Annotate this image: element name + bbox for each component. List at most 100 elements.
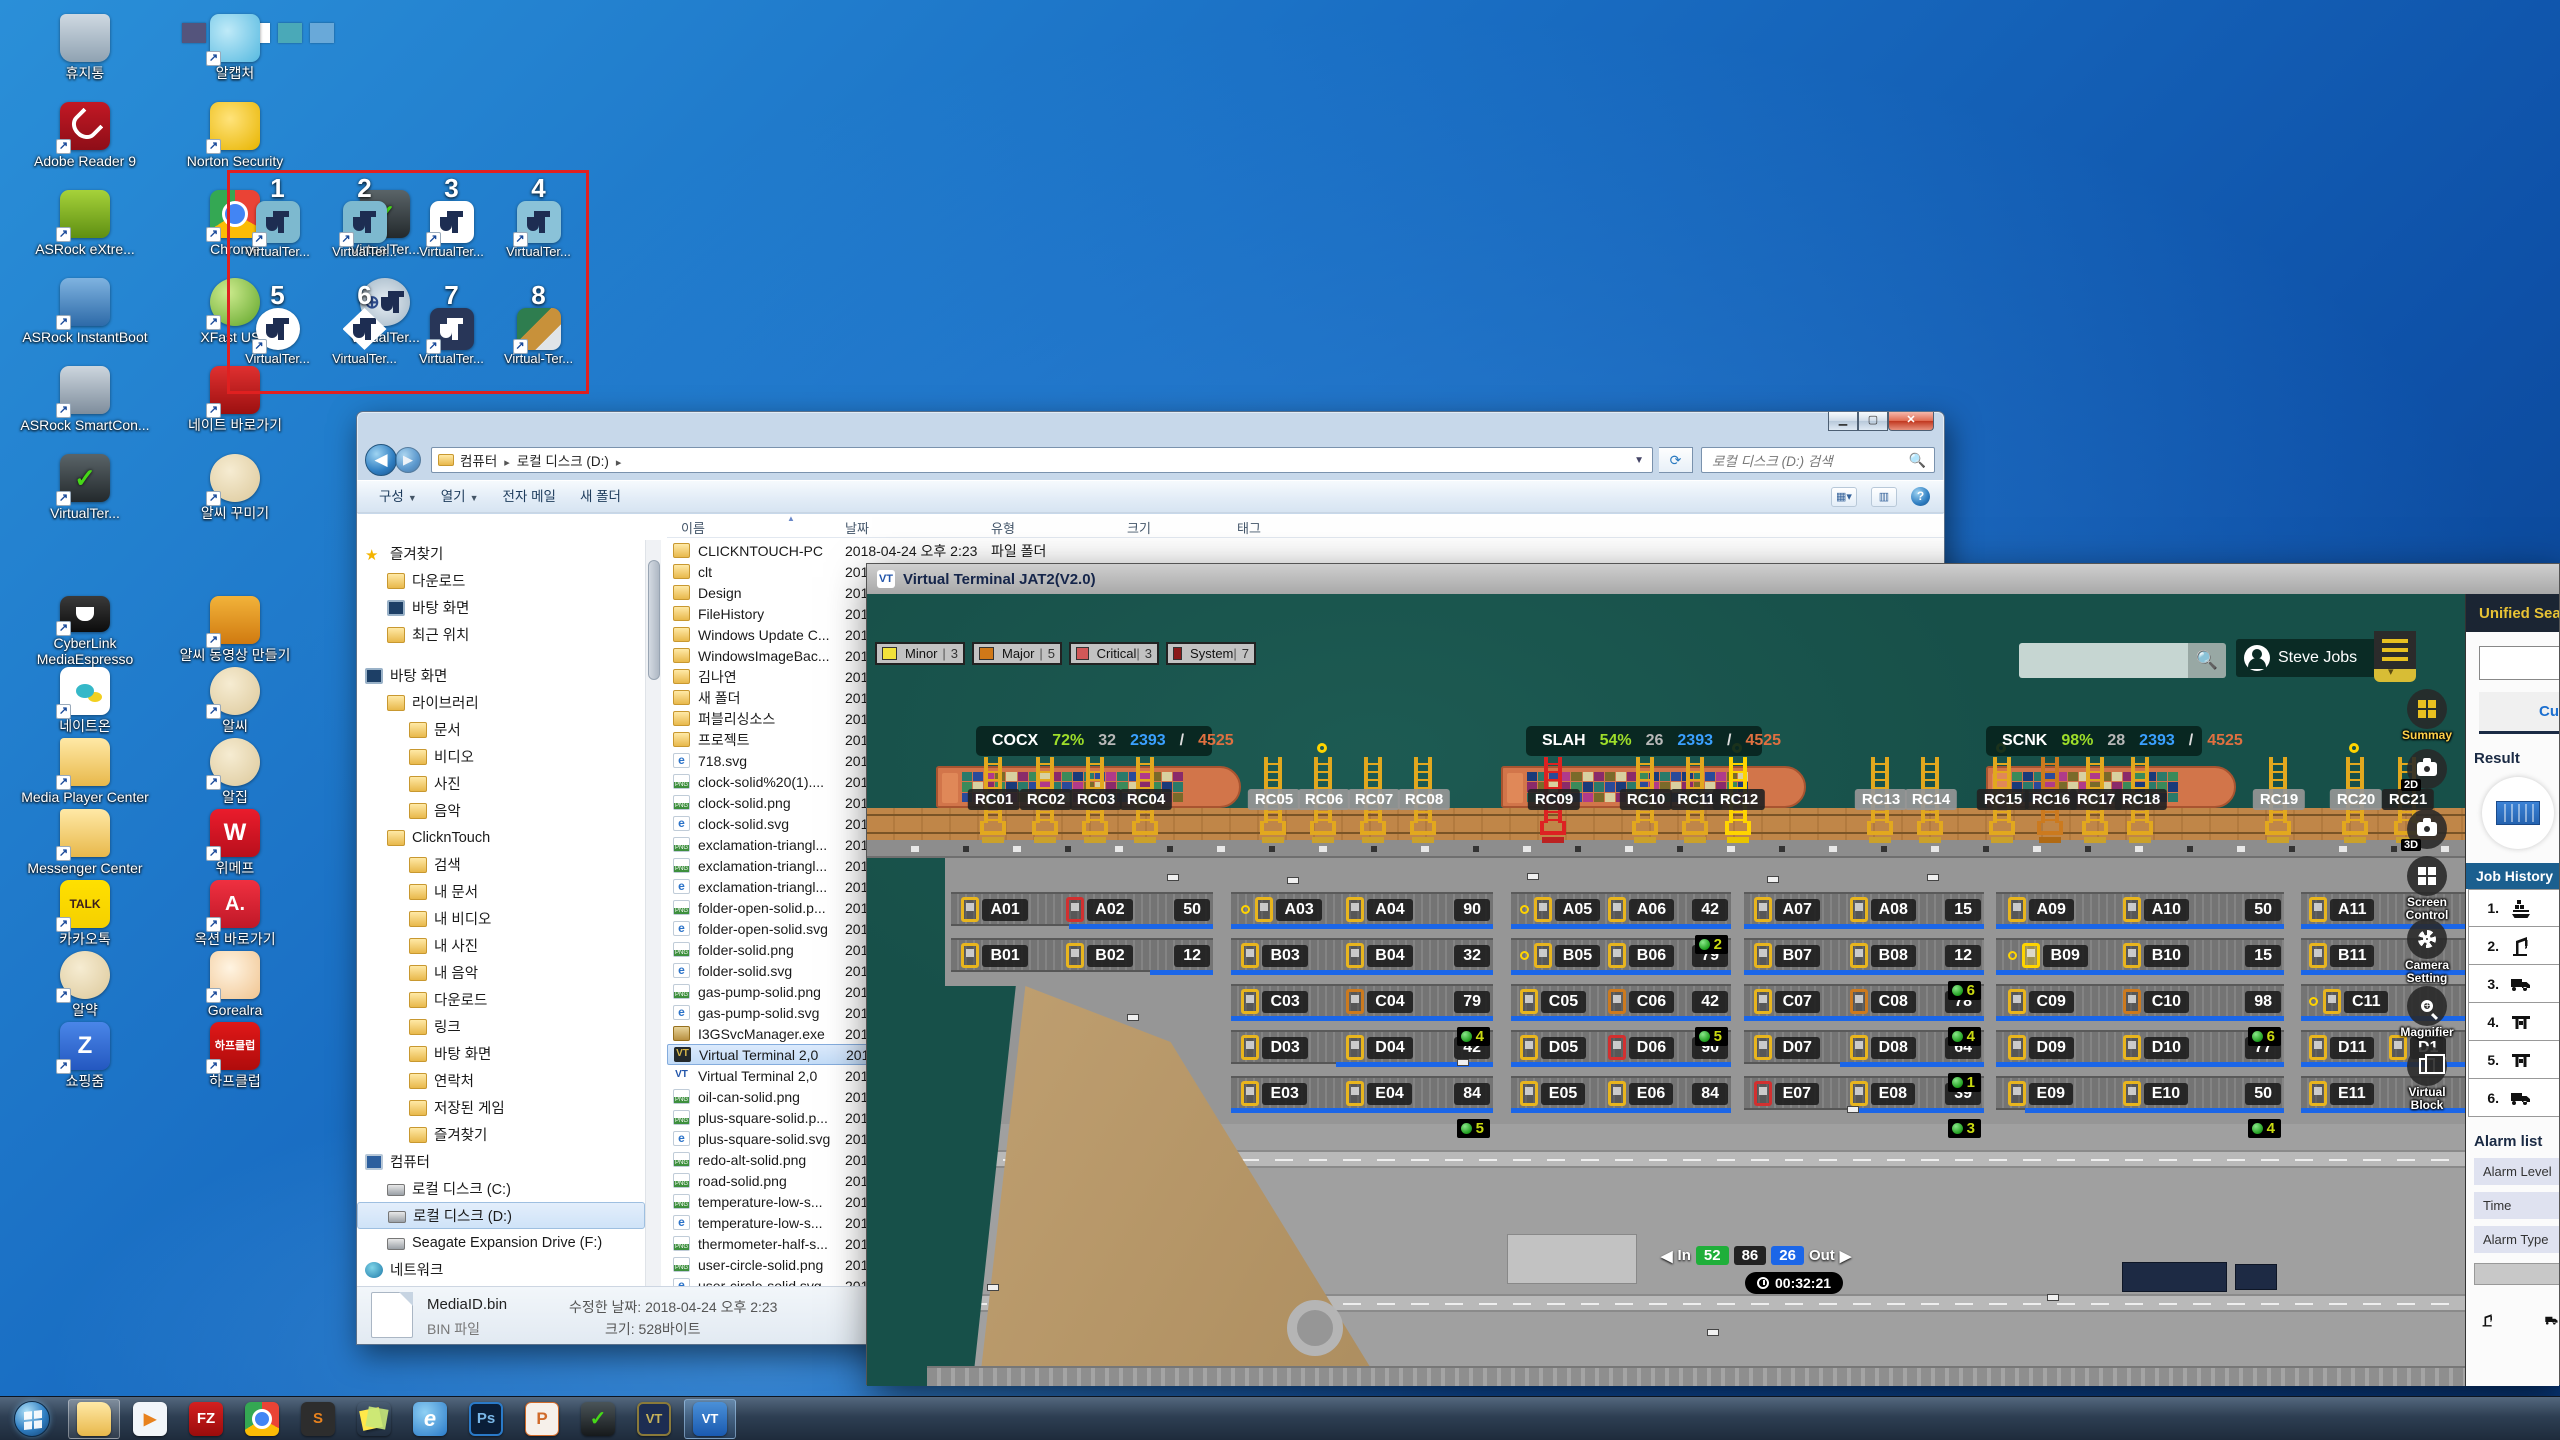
crane-RC02[interactable]: RC02 — [1032, 757, 1060, 845]
vt-shortcut-icon[interactable]: ↗ — [343, 308, 387, 350]
tree-item[interactable]: 로컬 디스크 (D:) — [357, 1202, 645, 1229]
yard-row-D[interactable]: D09D1077 — [1996, 1030, 2284, 1064]
yard-row-A[interactable]: A01A0250 — [951, 892, 1213, 926]
view-options-button[interactable]: ▦▾ — [1831, 487, 1857, 507]
yard-row-D[interactable]: D03D0442 — [1231, 1030, 1493, 1064]
job-history-row[interactable]: 1. — [2468, 889, 2559, 927]
tree-item[interactable]: 즐겨찾기 — [357, 540, 645, 567]
menu-tab[interactable] — [2374, 669, 2416, 682]
crane-RC06[interactable]: RC06 — [1310, 757, 1338, 845]
desktop-icon-smartcon[interactable]: ↗ — [60, 366, 110, 414]
job-history-row[interactable]: 3. — [2468, 965, 2559, 1003]
desktop-icon-adobe[interactable]: ↗ — [60, 102, 110, 150]
tree-item[interactable]: 저장된 게임 — [357, 1094, 645, 1121]
taskbar-virtual-terminal-dark[interactable]: ✓ — [572, 1399, 624, 1439]
virtual-block-button[interactable]: Virtual Block — [2407, 1046, 2447, 1086]
alarm-filter-minor[interactable]: Minor|3 — [875, 642, 965, 665]
tree-item[interactable]: 검색 — [357, 851, 645, 878]
desktop-icon-asrock[interactable]: ↗ — [60, 190, 110, 238]
alarm-filter-major[interactable]: Major|5 — [972, 642, 1062, 665]
tree-item[interactable]: 라이브러리 — [357, 689, 645, 716]
desktop-icon-vtdark[interactable]: ↗ — [60, 454, 110, 502]
crane-RC14[interactable]: RC14 — [1917, 757, 1945, 845]
refresh-button[interactable]: ⟳ — [1659, 447, 1693, 473]
vt-shortcut-icon[interactable]: ↗ — [430, 308, 474, 350]
camera-2d-button[interactable]: 2D — [2407, 749, 2447, 789]
yard-row-C[interactable]: C03C04794 — [1231, 984, 1493, 1018]
tree-item[interactable]: 내 문서 — [357, 878, 645, 905]
desktop-icon-zum[interactable]: Z↗ — [60, 1022, 110, 1070]
desktop-icon-char[interactable]: ↗ — [210, 738, 260, 786]
toolbar-새 폴더[interactable]: 새 폴더 — [568, 485, 633, 509]
taskbar-sticky-notes[interactable] — [348, 1399, 400, 1439]
panel-tab-current[interactable]: Curre — [2479, 692, 2559, 734]
tree-item[interactable]: 바탕 화면 — [357, 1040, 645, 1067]
crane-RC07[interactable]: RC07 — [1360, 757, 1388, 845]
taskbar-sublime-text[interactable]: S — [292, 1399, 344, 1439]
yard-row-A[interactable]: A03A0490 — [1231, 892, 1493, 926]
tree-item[interactable]: 문서 — [357, 716, 645, 743]
desktop-icon-norton[interactable]: ↗ — [210, 102, 260, 150]
toolbar-구성[interactable]: 구성▼ — [367, 485, 429, 509]
yard-row-E[interactable]: E03E04845 — [1231, 1076, 1493, 1110]
tree-item[interactable]: 연락처 — [357, 1067, 645, 1094]
crane-RC12[interactable]: RC12 — [1725, 757, 1753, 845]
user-badge[interactable]: Steve Jobs — [2236, 639, 2386, 677]
yard-row-A[interactable]: A07A0815 — [1744, 892, 1984, 926]
yard-row-B[interactable]: B09B1015 — [1996, 938, 2284, 972]
alarm-filter-system[interactable]: System|7 — [1166, 642, 1256, 665]
tree-item[interactable]: 음악 — [357, 797, 645, 824]
close-button[interactable]: ✕ — [1888, 412, 1934, 431]
start-button[interactable] — [14, 1401, 50, 1437]
camera-3d-button[interactable]: 3D — [2407, 809, 2447, 849]
summary-button[interactable]: Summay — [2407, 689, 2447, 729]
crane-RC04[interactable]: RC04 — [1132, 757, 1160, 845]
vt-search-input[interactable] — [2019, 643, 2188, 678]
camera-setting-button[interactable]: Camera Setting — [2407, 919, 2447, 959]
breadcrumb-dropdown-icon[interactable]: ▼ — [1634, 455, 1644, 466]
back-button[interactable]: ◀ — [365, 444, 397, 476]
desktop-icon-auction[interactable]: A.↗ — [210, 880, 260, 928]
desktop-icon-alseevideo[interactable]: ↗ — [210, 596, 260, 644]
tree-item[interactable]: 바탕 화면 — [357, 662, 645, 689]
job-history-row[interactable]: 2. — [2468, 927, 2559, 965]
preview-pane-button[interactable]: ▥ — [1871, 487, 1897, 507]
forward-button[interactable]: ▶ — [395, 447, 421, 473]
yard-row-A[interactable]: A05A06422 — [1511, 892, 1731, 926]
taskbar-photoshop[interactable]: Ps — [460, 1399, 512, 1439]
crane-RC11[interactable]: RC11 — [1682, 757, 1710, 845]
yard-row-B[interactable]: B07B08126 — [1744, 938, 1984, 972]
tree-item[interactable]: 비디오 — [357, 743, 645, 770]
taskbar-powerpoint[interactable]: P — [516, 1399, 568, 1439]
explorer-titlebar[interactable]: ▁ ▢ ✕ — [357, 412, 1944, 440]
crane-RC15[interactable]: RC15 — [1989, 757, 2017, 845]
minimize-button[interactable]: ▁ — [1828, 412, 1858, 431]
column-header-4[interactable]: 크기 — [1127, 518, 1151, 537]
tree-item[interactable]: 바탕 화면 — [357, 594, 645, 621]
job-history-row[interactable]: 6. — [2468, 1079, 2559, 1117]
breadcrumb-item[interactable]: 컴퓨터 — [460, 454, 497, 469]
crane-RC13[interactable]: RC13 — [1867, 757, 1895, 845]
yard-row-E[interactable]: E09E10504 — [1996, 1076, 2284, 1110]
column-header-5[interactable]: 태그 — [1237, 518, 1261, 537]
screen-control-button[interactable]: Screen Control — [2407, 856, 2447, 896]
tree-item[interactable]: Seagate Expansion Drive (F:) — [357, 1229, 645, 1256]
alarm-field-row[interactable]: Alarm Type — [2474, 1226, 2559, 1253]
alarm-list-button[interactable] — [2474, 1263, 2559, 1285]
vt-shortcut-icon[interactable]: ↗ — [517, 308, 561, 350]
magnifier-button[interactable]: Magnifier — [2407, 986, 2447, 1026]
breadcrumb[interactable]: 컴퓨터▸로컬 디스크 (D:)▸ ▼ — [431, 447, 1653, 473]
yard-row-B[interactable]: B03B0432 — [1231, 938, 1493, 972]
desktop-icon-halfclub[interactable]: 하프클럽↗ — [210, 1022, 260, 1070]
tree-scrollbar[interactable] — [645, 540, 661, 1286]
taskbar-virtual-terminal-blue[interactable]: VT — [684, 1399, 736, 1439]
desktop-icon-char[interactable]: ↗ — [60, 951, 110, 999]
crane-RC03[interactable]: RC03 — [1082, 757, 1110, 845]
desktop-icon-char[interactable]: ↗ — [210, 454, 260, 502]
desktop-icon-folderapp[interactable]: ↗ — [60, 809, 110, 857]
tree-item[interactable]: ClicknTouch — [357, 824, 645, 851]
job-history-row[interactable]: 4. — [2468, 1003, 2559, 1041]
taskbar-virtual-terminal-gold[interactable]: VT — [628, 1399, 680, 1439]
vt-shortcut-icon[interactable]: ↗ — [256, 201, 300, 243]
column-header-3[interactable]: 유형 — [991, 518, 1015, 537]
